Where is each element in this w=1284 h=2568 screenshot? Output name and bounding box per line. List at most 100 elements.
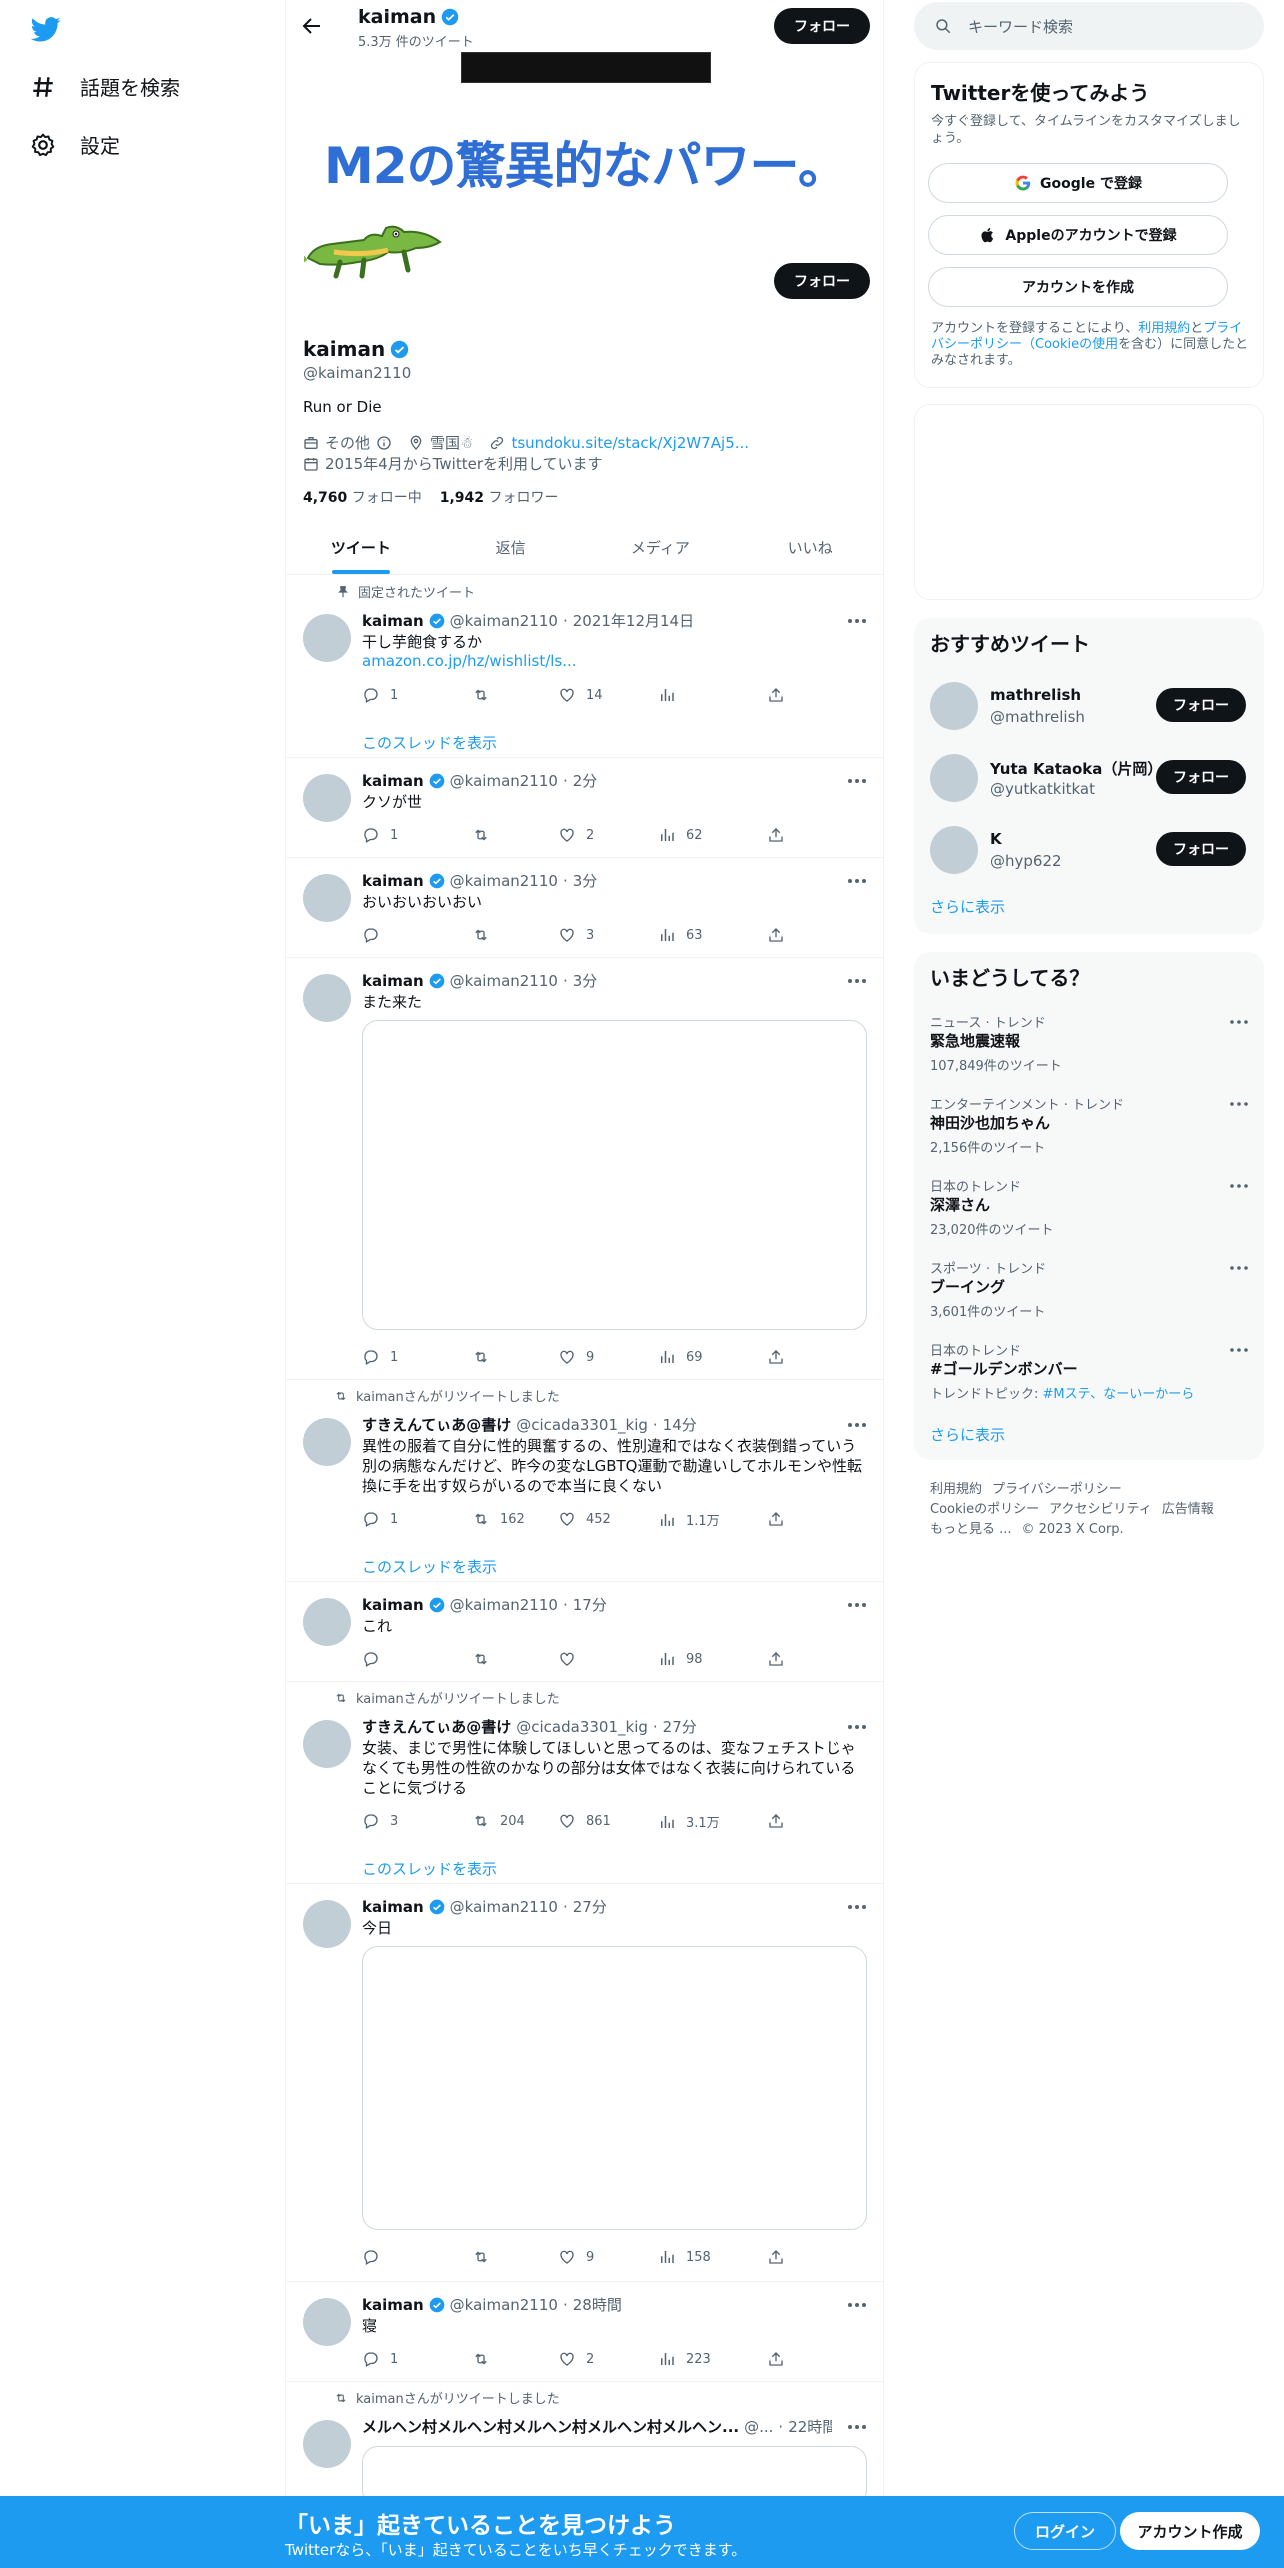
views-button[interactable]: 158	[658, 2248, 711, 2266]
views-button[interactable]: 223	[658, 2350, 711, 2368]
tweet[interactable]: kaiman @kaiman2110 · 3分 おいおいおいおい 3 63	[286, 858, 883, 958]
tweet-media[interactable]	[362, 1020, 867, 1330]
show-more-link[interactable]: さらに表示	[930, 896, 1005, 917]
views-button[interactable]: 3.1万	[658, 1812, 720, 1831]
more-options-icon[interactable]	[1230, 1102, 1248, 1106]
more-options-icon[interactable]	[847, 1422, 867, 1428]
recommended-account[interactable]: mathrelish @mathrelish フォロー	[930, 678, 1248, 734]
tweet-author-name[interactable]: kaiman	[362, 2296, 424, 2314]
tweet[interactable]: kaiman @kaiman2110 · 27分 今日 9 158	[286, 1884, 883, 2282]
retweet-button[interactable]	[472, 826, 500, 844]
followers-link[interactable]: 1,942 フォロワー	[440, 487, 559, 507]
more-options-icon[interactable]	[1230, 1184, 1248, 1188]
reply-button[interactable]: 1	[362, 1348, 398, 1366]
footer-link[interactable]: もっと見る ...	[930, 1522, 1012, 1537]
views-button[interactable]: 62	[658, 826, 703, 844]
views-button[interactable]: 63	[658, 926, 703, 944]
tweet[interactable]: kaiman @kaiman2110 · 28時間寝 1 2 223	[286, 2282, 883, 2382]
more-options-icon[interactable]	[847, 2424, 867, 2430]
header-follow-button[interactable]: フォロー	[774, 8, 870, 44]
reply-button[interactable]	[362, 1650, 390, 1668]
more-options-icon[interactable]	[1230, 1266, 1248, 1270]
footer-link[interactable]: アクセシビリティ	[1049, 1502, 1152, 1517]
tweet-time[interactable]: 2分	[573, 770, 598, 791]
views-button[interactable]: 1.1万	[658, 1510, 720, 1529]
share-button[interactable]	[767, 926, 785, 944]
retweet-button[interactable]	[472, 686, 500, 704]
footer-link[interactable]: Cookieのポリシー	[930, 1502, 1039, 1517]
share-button[interactable]	[767, 1348, 785, 1366]
tweet-author-name[interactable]: kaiman	[362, 872, 424, 890]
trend-topic-link[interactable]: #Mステ、なーいーかーら	[1043, 1387, 1195, 1402]
like-button[interactable]: 14	[558, 686, 603, 704]
more-options-icon[interactable]	[847, 878, 867, 884]
google-signup-button[interactable]: Google で登録	[928, 163, 1228, 203]
retweet-button[interactable]	[472, 1650, 500, 1668]
tweet[interactable]: kaimanさんがリツイートしました すきえんてぃあ@書け @cicada3301_…	[286, 1682, 883, 1884]
tweet-author-name[interactable]: メルヘン村メルヘン村メルヘン村メルヘン村メルヘン...	[362, 2416, 739, 2437]
tweet[interactable]: kaiman @kaiman2110 · 17分 これ 98	[286, 1582, 883, 1682]
like-button[interactable]	[558, 1650, 586, 1668]
tweet-time[interactable]: 27分	[663, 1716, 697, 1737]
show-thread-link[interactable]: このスレッドを表示	[362, 1858, 497, 1879]
info-icon[interactable]	[376, 435, 392, 451]
reply-button[interactable]	[362, 2248, 390, 2266]
more-options-icon[interactable]	[847, 978, 867, 984]
views-button[interactable]	[658, 686, 686, 704]
share-button[interactable]	[767, 826, 785, 844]
search-input[interactable]: キーワード検索	[968, 16, 1073, 37]
more-options-icon[interactable]	[1230, 1348, 1248, 1352]
tweet-author-name[interactable]: すきえんてぃあ@書け	[362, 1414, 511, 1435]
show-thread-link[interactable]: このスレッドを表示	[362, 1556, 497, 1577]
retweet-button[interactable]: 204	[472, 1812, 525, 1830]
apple-signup-button[interactable]: Appleのアカウントで登録	[928, 215, 1228, 255]
tweet-author-name[interactable]: kaiman	[362, 972, 424, 990]
tweet-time[interactable]: 3分	[573, 870, 598, 891]
avatar[interactable]	[303, 1418, 351, 1466]
avatar[interactable]	[303, 974, 351, 1022]
search-bar[interactable]: キーワード検索	[914, 2, 1264, 50]
trends-show-more-link[interactable]: さらに表示	[930, 1424, 1005, 1445]
tweet-time[interactable]: 17分	[573, 1594, 607, 1615]
like-button[interactable]: 2	[558, 2350, 594, 2368]
reply-button[interactable]: 1	[362, 2350, 398, 2368]
tab-likes[interactable]: いいね	[735, 520, 883, 574]
share-button[interactable]	[767, 686, 785, 704]
login-button[interactable]: ログイン	[1014, 2512, 1116, 2550]
tweet-time[interactable]: 14分	[663, 1414, 697, 1435]
more-options-icon[interactable]	[847, 1724, 867, 1730]
recommended-account[interactable]: K @hyp622 フォロー	[930, 822, 1248, 878]
like-button[interactable]: 9	[558, 2248, 594, 2266]
follow-button[interactable]: フォロー	[1156, 688, 1246, 722]
trend-item[interactable]: ニュース · トレンド 緊急地震速報 107,849件のツイート	[930, 1012, 1248, 1082]
reply-button[interactable]: 1	[362, 826, 398, 844]
create-account-button[interactable]: アカウントを作成	[928, 267, 1228, 307]
like-button[interactable]: 3	[558, 926, 594, 944]
avatar[interactable]	[303, 1900, 351, 1948]
tab-tweets[interactable]: ツイート	[286, 520, 436, 574]
tweet-time[interactable]: 2021年12月14日	[573, 610, 694, 631]
retweet-button[interactable]	[472, 1348, 500, 1366]
tweet-time[interactable]: 3分	[573, 970, 598, 991]
more-options-icon[interactable]	[847, 2302, 867, 2308]
tweet-author-name[interactable]: kaiman	[362, 1898, 424, 1916]
twitter-bird-icon[interactable]	[30, 14, 62, 44]
avatar[interactable]	[303, 2298, 351, 2346]
tweet-media[interactable]	[362, 1946, 867, 2230]
like-button[interactable]: 2	[558, 826, 594, 844]
reply-button[interactable]: 1	[362, 686, 398, 704]
more-options-icon[interactable]	[847, 1602, 867, 1608]
views-button[interactable]: 98	[658, 1650, 703, 1668]
retweet-button[interactable]: 162	[472, 1510, 525, 1528]
trend-item[interactable]: エンターテインメント · トレンド 神田沙也加ちゃん 2,156件のツイート	[930, 1094, 1248, 1164]
retweet-button[interactable]	[472, 926, 500, 944]
recommended-account[interactable]: Yuta Kataoka（片岡） @yutkatkitkat フォロー	[930, 750, 1248, 806]
signup-button[interactable]: アカウント作成	[1120, 2512, 1260, 2550]
tweet-time[interactable]: 27分	[573, 1896, 607, 1917]
like-button[interactable]: 9	[558, 1348, 594, 1366]
share-button[interactable]	[767, 1650, 785, 1668]
tweet-time[interactable]: 28時間	[573, 2294, 622, 2315]
like-button[interactable]: 452	[558, 1510, 611, 1528]
tweet[interactable]: 固定されたツイート kaiman @kaiman2110 · 2021年12月14日 干し…	[286, 576, 883, 758]
avatar[interactable]	[303, 874, 351, 922]
